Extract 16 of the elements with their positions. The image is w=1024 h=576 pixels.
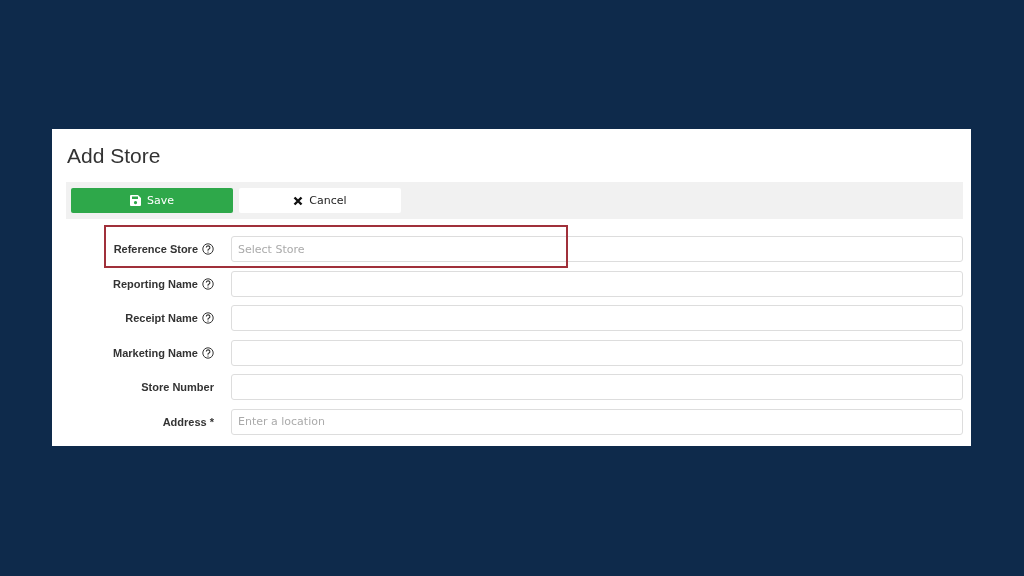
input-field[interactable] <box>231 374 963 400</box>
input-field[interactable]: Select Store <box>231 236 963 262</box>
field-label: Reference Store <box>113 243 198 255</box>
input-field[interactable]: Enter a location <box>231 408 963 435</box>
field-label: Store Number <box>141 381 214 393</box>
field-label: Marketing Name <box>113 346 198 359</box>
field-label: Reporting Name <box>113 277 198 290</box>
save-icon <box>130 195 141 206</box>
input-field[interactable] <box>231 339 963 366</box>
field-label: Receipt Name <box>125 312 198 324</box>
input-field[interactable] <box>231 270 963 297</box>
input-field[interactable] <box>231 305 963 331</box>
close-icon <box>293 195 304 206</box>
page-title: Add Store <box>67 143 162 169</box>
cancel-button[interactable]: Cancel <box>239 188 401 213</box>
field-label: Address * <box>162 415 214 428</box>
